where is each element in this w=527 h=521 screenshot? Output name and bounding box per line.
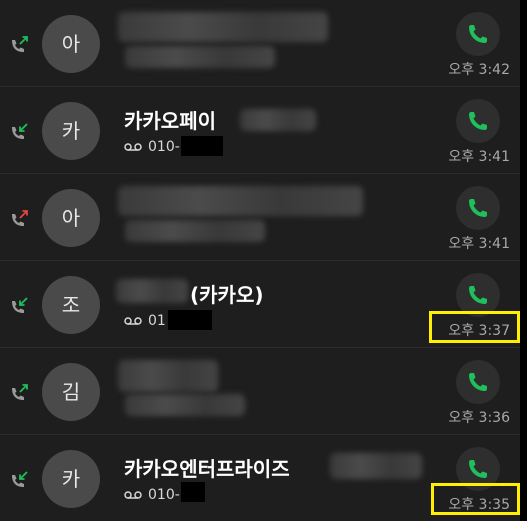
- call-time: 오후 3:36: [448, 410, 510, 426]
- number-line: 010-: [124, 139, 180, 155]
- call-button[interactable]: [456, 12, 500, 56]
- blurred-name: [118, 360, 218, 392]
- incoming-call-icon: [12, 123, 28, 139]
- number-line: 010-: [124, 487, 180, 503]
- call-log-item[interactable]: 카 카카오엔터프라이즈 010- 오후 3:35: [0, 435, 520, 521]
- avatar: 조: [42, 276, 100, 334]
- call-button[interactable]: [456, 360, 500, 404]
- blurred-number: [125, 394, 245, 416]
- phone-icon: [469, 373, 487, 391]
- phone-icon: [469, 112, 487, 130]
- call-time: 오후 3:42: [448, 62, 510, 78]
- phone-icon: [469, 286, 487, 304]
- redaction-box: [168, 310, 212, 330]
- call-button[interactable]: [456, 99, 500, 143]
- outgoing-call-icon: [12, 36, 28, 52]
- highlight-box: [429, 311, 520, 343]
- blurred-number: [125, 220, 265, 242]
- blurred-name: [118, 186, 363, 216]
- call-log-item[interactable]: 아 오후 3:42: [0, 0, 520, 87]
- number-line: 01: [124, 313, 166, 329]
- redaction-box: [181, 136, 223, 156]
- call-log-list: 아 오후 3:42 카 카카오페이 010- 오후 3:41 아 오후 3:41…: [0, 0, 520, 521]
- phone-icon: [469, 25, 487, 43]
- blurred-name: [118, 12, 328, 42]
- contact-name: 카카오페이: [124, 109, 216, 133]
- voicemail-icon: [124, 317, 142, 325]
- phone-icon: [469, 199, 487, 217]
- call-time: 오후 3:41: [448, 236, 510, 252]
- avatar: 아: [42, 189, 100, 247]
- call-log-item[interactable]: 김 오후 3:36: [0, 348, 520, 435]
- phone-icon: [469, 460, 487, 478]
- avatar: 카: [42, 450, 100, 508]
- incoming-call-icon: [12, 297, 28, 313]
- avatar: 아: [42, 15, 100, 73]
- missed-call-icon: [12, 210, 28, 226]
- call-log-item[interactable]: 아 오후 3:41: [0, 174, 520, 261]
- avatar: 김: [42, 363, 100, 421]
- voicemail-icon: [124, 143, 142, 151]
- contact-name: 카카오엔터프라이즈: [124, 457, 290, 481]
- avatar: 카: [42, 102, 100, 160]
- outgoing-call-icon: [12, 384, 28, 400]
- highlight-box: [431, 483, 520, 515]
- incoming-call-icon: [12, 471, 28, 487]
- phone-number: 010-: [148, 487, 180, 503]
- blurred-name-suffix: [330, 453, 422, 479]
- phone-number: 010-: [148, 139, 180, 155]
- redaction-box: [181, 482, 205, 502]
- blurred-number: [125, 46, 275, 68]
- call-time: 오후 3:41: [448, 149, 510, 165]
- phone-number: 01: [148, 313, 166, 329]
- call-log-item[interactable]: 조 (카카오) 01 오후 3:37: [0, 261, 520, 348]
- blurred-name-prefix: [116, 279, 188, 303]
- voicemail-icon: [124, 491, 142, 499]
- call-button[interactable]: [456, 186, 500, 230]
- contact-name: (카카오): [190, 283, 264, 307]
- call-log-item[interactable]: 카 카카오페이 010- 오후 3:41: [0, 87, 520, 174]
- blurred-name-suffix: [240, 109, 316, 131]
